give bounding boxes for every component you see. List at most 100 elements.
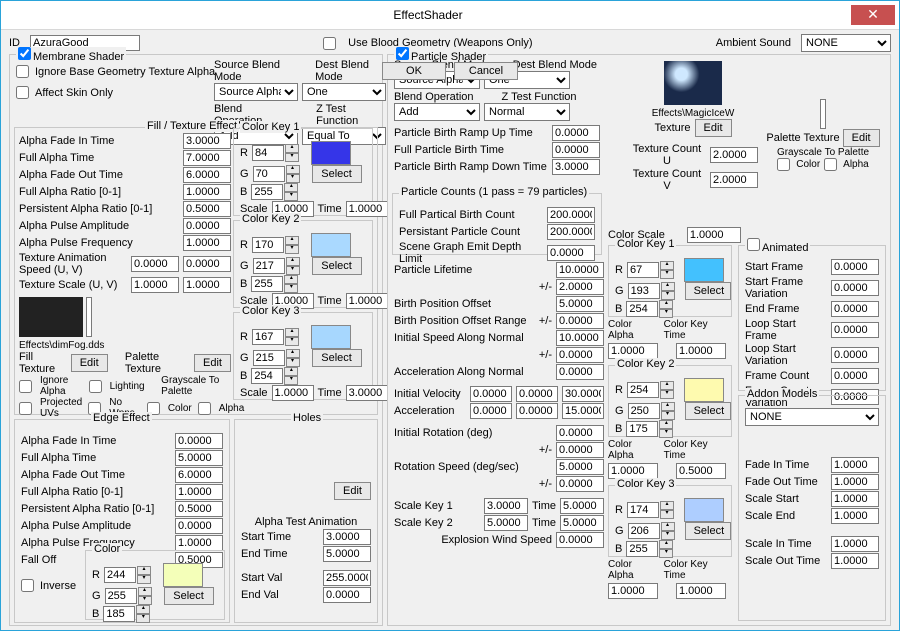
fte-ck3-g-input[interactable] — [253, 350, 285, 366]
iv2-input[interactable] — [516, 386, 558, 402]
membrane-shader-checkbox[interactable] — [18, 47, 31, 60]
sk1-time-input[interactable] — [560, 498, 604, 514]
fte-ck2-b-input[interactable] — [251, 276, 283, 292]
bpo-input[interactable] — [556, 296, 604, 312]
p-pbru-input[interactable] — [552, 125, 600, 141]
lsv-input[interactable] — [831, 347, 879, 363]
holes-st-input[interactable] — [323, 529, 371, 545]
spin-up[interactable]: ▴ — [138, 587, 152, 596]
spin-down[interactable]: ▾ — [285, 153, 299, 162]
p-ck3-select-button[interactable]: Select — [685, 522, 731, 540]
p-ck2-select-button[interactable]: Select — [685, 402, 731, 420]
iv1-input[interactable] — [470, 386, 512, 402]
tcu-input[interactable] — [710, 147, 758, 163]
spin-down[interactable]: ▾ — [660, 390, 674, 399]
spin-up[interactable]: ▴ — [659, 300, 673, 309]
edge-fat-input[interactable] — [175, 450, 223, 466]
sot-input[interactable] — [831, 553, 879, 569]
fte-ck1-g-input[interactable] — [253, 166, 285, 182]
p-ck2-ca-input[interactable] — [608, 463, 658, 479]
spin-down[interactable]: ▾ — [660, 510, 674, 519]
fte-far-input[interactable] — [183, 184, 231, 200]
affect-skin-checkbox[interactable] — [16, 86, 29, 99]
spin-down[interactable]: ▾ — [659, 309, 673, 318]
ef-input[interactable] — [831, 301, 879, 317]
rs-input[interactable] — [556, 459, 604, 475]
ppc-input[interactable] — [547, 224, 595, 240]
fte-ck2-g-input[interactable] — [253, 258, 285, 274]
fte-ck3-select-button[interactable]: Select — [312, 349, 362, 367]
edge-afit-input[interactable] — [175, 433, 223, 449]
pl-input[interactable] — [556, 262, 604, 278]
p-ck1-b-input[interactable] — [626, 301, 658, 317]
edge-afot-input[interactable] — [175, 467, 223, 483]
spin-up[interactable]: ▴ — [284, 275, 298, 284]
fte-ck2-select-button[interactable]: Select — [312, 257, 362, 275]
spin-up[interactable]: ▴ — [661, 282, 675, 291]
spin-up[interactable]: ▴ — [286, 165, 300, 174]
spin-down[interactable]: ▾ — [285, 245, 299, 254]
fte-par-input[interactable] — [183, 201, 231, 217]
sf-input[interactable] — [831, 259, 879, 275]
spin-up[interactable]: ▴ — [285, 236, 299, 245]
spin-up[interactable]: ▴ — [285, 328, 299, 337]
fte-ts-v-input[interactable] — [183, 277, 231, 293]
p-pbrd-input[interactable] — [552, 159, 600, 175]
cancel-button[interactable]: Cancel — [454, 62, 518, 80]
spin-down[interactable]: ▾ — [659, 429, 673, 438]
p-ck1-ca-input[interactable] — [608, 343, 658, 359]
spin-up[interactable]: ▴ — [660, 501, 674, 510]
edge-color-g-input[interactable] — [105, 588, 137, 604]
p-zt-dropdown[interactable]: Normal — [484, 103, 570, 121]
spin-up[interactable]: ▴ — [661, 402, 675, 411]
spin-down[interactable]: ▾ — [659, 549, 673, 558]
se-input[interactable] — [831, 508, 879, 524]
spin-down[interactable]: ▾ — [660, 270, 674, 279]
fill-texture-edit-button[interactable]: Edit — [71, 354, 108, 372]
fte-ck3-time-input[interactable] — [346, 385, 388, 401]
fte-ck3-r-input[interactable] — [252, 329, 284, 345]
fte-ck2-time-input[interactable] — [346, 293, 388, 309]
fte-ck1-b-input[interactable] — [251, 184, 283, 200]
tcv-input[interactable] — [710, 172, 758, 188]
particle-texture-edit-button[interactable]: Edit — [695, 119, 732, 137]
fte-ck3-b-input[interactable] — [251, 368, 283, 384]
spin-up[interactable]: ▴ — [660, 261, 674, 270]
fte-apf-input[interactable] — [183, 235, 231, 251]
p-ck3-ca-input[interactable] — [608, 583, 658, 599]
spin-up[interactable]: ▴ — [285, 144, 299, 153]
spin-up[interactable]: ▴ — [659, 540, 673, 549]
fte-tas-u-input[interactable] — [131, 256, 179, 272]
p-ck2-g-input[interactable] — [628, 403, 660, 419]
fte-ts-u-input[interactable] — [131, 277, 179, 293]
gray-alpha-checkbox[interactable] — [198, 402, 211, 415]
fit-input[interactable] — [831, 457, 879, 473]
ok-button[interactable]: OK — [382, 62, 446, 80]
spin-up[interactable]: ▴ — [286, 349, 300, 358]
p-paltex-edit-button[interactable]: Edit — [843, 129, 880, 147]
acc1-input[interactable] — [470, 403, 512, 419]
palette-texture-edit-button[interactable]: Edit — [194, 354, 231, 372]
mem-dbm-dropdown[interactable]: One — [302, 83, 386, 101]
isan-input[interactable] — [556, 330, 604, 346]
fpbc-input[interactable] — [547, 207, 595, 223]
spin-down[interactable]: ▾ — [284, 192, 298, 201]
sk2-input[interactable] — [484, 515, 528, 531]
edge-color-r-input[interactable] — [104, 567, 136, 583]
spin-up[interactable]: ▴ — [284, 183, 298, 192]
holes-edit-button[interactable]: Edit — [334, 482, 371, 500]
fte-ck1-select-button[interactable]: Select — [312, 165, 362, 183]
sit-input[interactable] — [831, 536, 879, 552]
p-ck1-ckt-input[interactable] — [676, 343, 726, 359]
animated-checkbox[interactable] — [747, 238, 760, 251]
pl-pm-input[interactable] — [556, 279, 604, 295]
p-fpbt-input[interactable] — [552, 142, 600, 158]
spin-down[interactable]: ▾ — [661, 291, 675, 300]
cs-input[interactable] — [687, 227, 741, 243]
fte-fat-input[interactable] — [183, 150, 231, 166]
sk1-input[interactable] — [484, 498, 528, 514]
spin-down[interactable]: ▾ — [284, 284, 298, 293]
ambient-sound-dropdown[interactable]: NONE — [801, 34, 891, 52]
ir-pm-input[interactable] — [556, 442, 604, 458]
fte-tas-v-input[interactable] — [183, 256, 231, 272]
